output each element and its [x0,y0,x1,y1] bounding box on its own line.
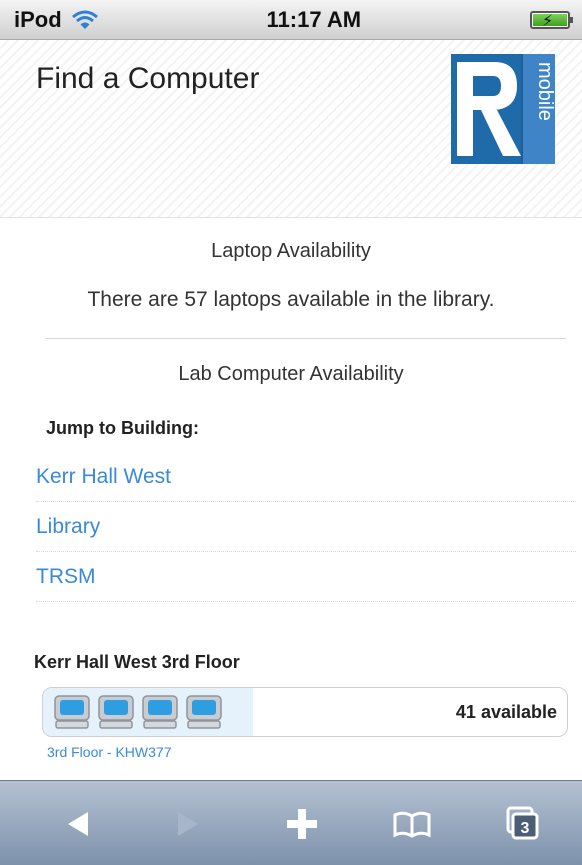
status-left: iPod [14,7,98,33]
status-time: 11:17 AM [266,6,362,32]
computer-icon [54,695,90,729]
status-bar: iPod 11:17 AM ⚡ [0,0,582,40]
add-bookmark-icon [287,808,317,839]
page-title: Find a Computer [36,62,260,95]
browser-toolbar: 3 [0,780,582,865]
page-header: Find a Computer mobile [0,40,582,218]
pages-icon: 3 [506,806,539,839]
section-divider [46,338,566,339]
computer-icon [186,695,222,729]
bookmarks-icon [393,811,431,838]
svg-text:3: 3 [521,820,530,837]
availability-fill [43,688,253,736]
jump-to-building-label: Jump to Building: [46,418,199,438]
floor-title: Kerr Hall West 3rd Floor [34,652,240,672]
pages-button[interactable]: 3 [482,781,562,865]
lab-availability-heading: Lab Computer Availability [178,363,404,385]
building-link-library[interactable]: Library [36,502,576,552]
rmobile-logo: mobile [451,54,555,164]
building-link-trsm[interactable]: TRSM [36,552,576,602]
back-icon [68,811,88,836]
back-button[interactable] [38,781,118,865]
laptop-availability-heading: Laptop Availability [211,240,371,262]
availability-meter: 41 available [42,687,568,737]
computer-icon [142,695,178,729]
forward-button[interactable] [148,781,228,865]
battery-charging-icon: ⚡ [530,10,573,30]
svg-text:mobile: mobile [534,62,555,121]
computer-icon [98,695,134,729]
laptop-availability-message: There are 57 laptops available in the li… [87,288,495,311]
add-bookmark-button[interactable] [262,781,342,865]
forward-icon [178,811,198,836]
room-link-khw377[interactable]: 3rd Floor - KHW377 [47,744,171,760]
wifi-icon [71,10,98,30]
building-link-kerr-hall-west[interactable]: Kerr Hall West [36,452,576,502]
bookmarks-button[interactable] [372,781,452,865]
available-count: 41 available [455,702,557,722]
carrier-label: iPod [14,6,62,32]
